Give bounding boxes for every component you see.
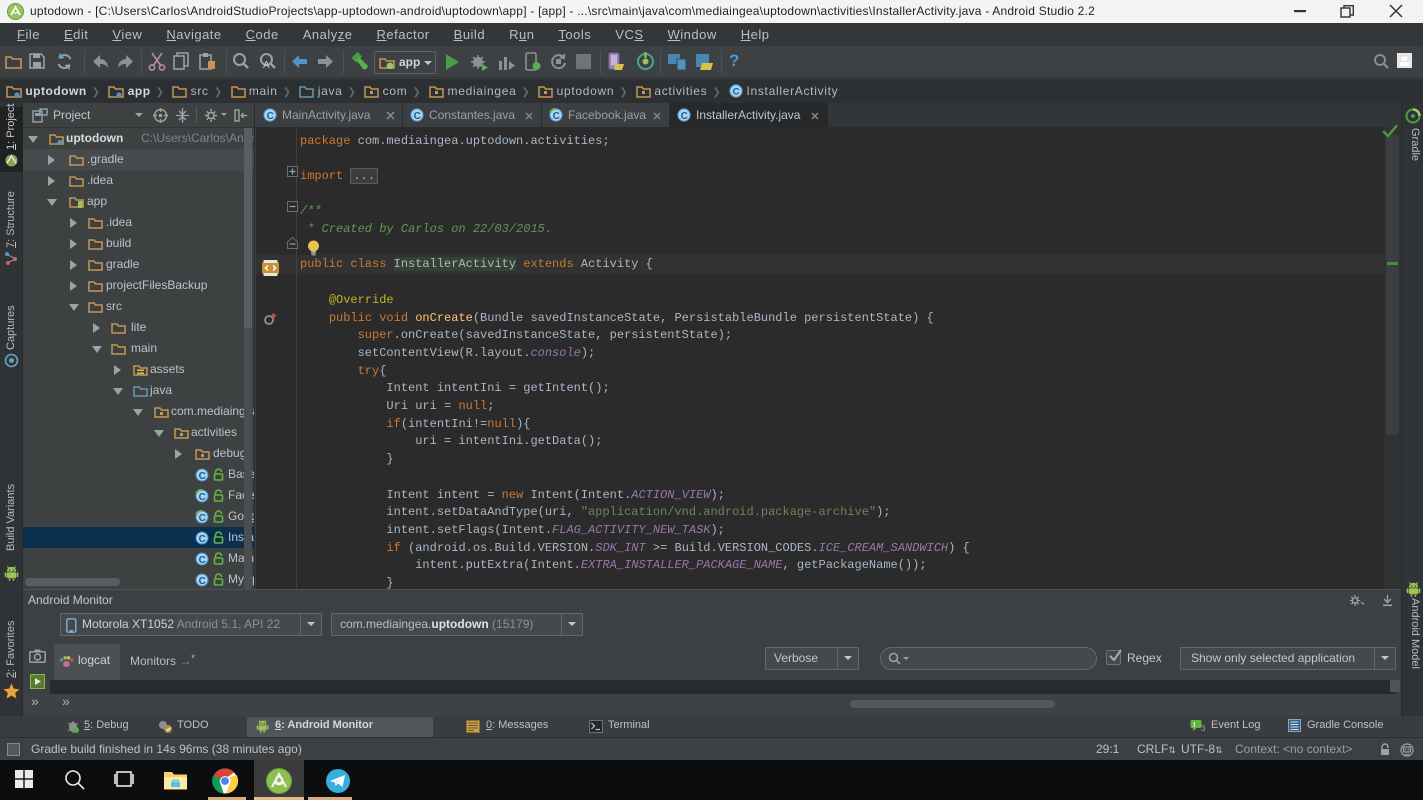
svg-text:C: C — [199, 471, 206, 482]
svg-text:C: C — [199, 576, 206, 587]
svg-text:!: ! — [1193, 720, 1196, 729]
svg-text:C: C — [199, 513, 206, 524]
svg-text:A: A — [263, 60, 270, 70]
svg-text:3: 3 — [1201, 724, 1206, 733]
svg-text:C: C — [414, 111, 421, 122]
svg-text:C: C — [681, 111, 688, 122]
svg-text:C: C — [199, 534, 206, 545]
svg-text:C: C — [267, 111, 274, 122]
svg-text:C: C — [553, 111, 560, 122]
svg-text:C: C — [199, 492, 206, 503]
svg-text:C: C — [199, 555, 206, 566]
svg-text:C: C — [733, 87, 740, 98]
